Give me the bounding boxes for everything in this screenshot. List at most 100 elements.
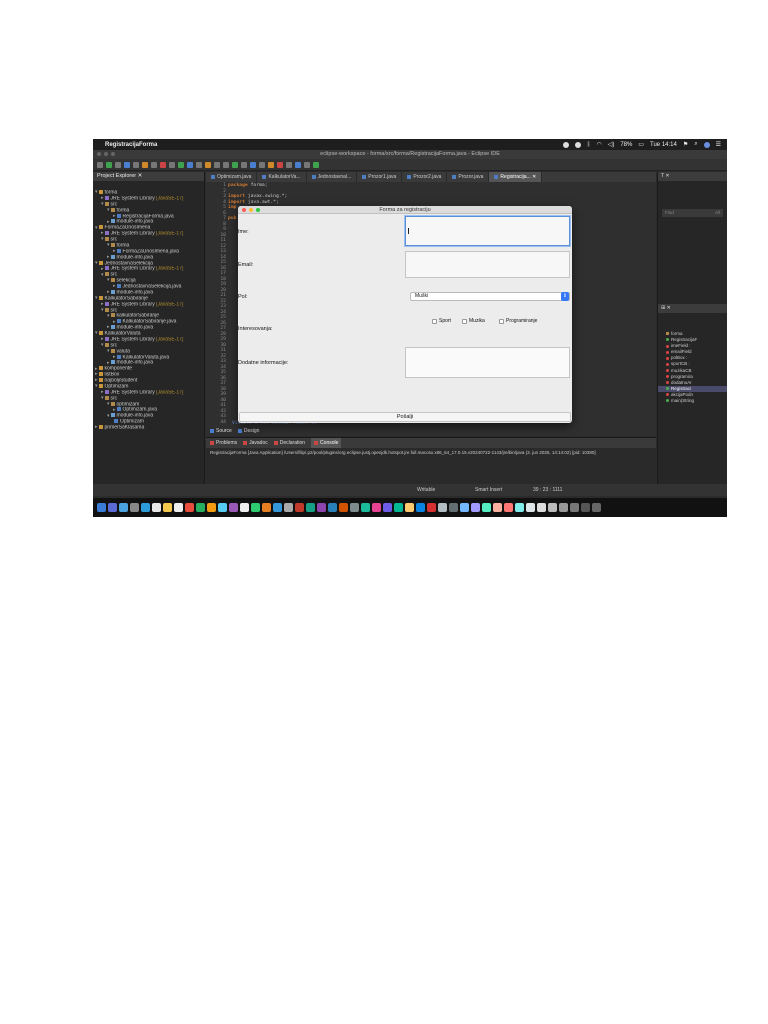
collapse-arrow-icon[interactable]: ▾ [107, 208, 110, 213]
dock-app-icon[interactable] [339, 503, 348, 512]
dock-app-icon[interactable] [196, 503, 205, 512]
dock-app-icon[interactable] [141, 503, 150, 512]
close-tab-icon[interactable]: ✕ [531, 174, 536, 180]
dock-app-icon[interactable] [119, 503, 128, 512]
expand-arrow-icon[interactable]: ▸ [95, 366, 98, 371]
toolbar-button[interactable] [268, 161, 274, 168]
checkbox-box[interactable] [499, 318, 504, 324]
email-field[interactable] [405, 251, 570, 278]
expand-arrow-icon[interactable]: ▸ [107, 360, 110, 365]
collapse-arrow-icon[interactable]: ▾ [107, 313, 110, 318]
checkbox-box[interactable] [462, 318, 467, 324]
expand-arrow-icon[interactable]: ▸ [113, 214, 116, 219]
dock-app-icon[interactable] [152, 503, 161, 512]
toolbar-button[interactable] [313, 161, 319, 168]
close-window-button[interactable] [242, 208, 246, 212]
muzika-checkbox[interactable]: Muzika [462, 318, 485, 324]
editor-mode-tab[interactable]: Source [210, 427, 232, 436]
dock-app-icon[interactable] [97, 503, 106, 512]
expand-arrow-icon[interactable]: ▸ [107, 290, 110, 295]
volume-icon[interactable]: ◁) [608, 141, 615, 148]
console-panel-tab[interactable]: Console [311, 438, 342, 448]
expand-arrow-icon[interactable]: ▸ [113, 407, 116, 412]
expand-arrow-icon[interactable]: ▸ [113, 249, 116, 254]
collapse-arrow-icon[interactable]: ▾ [107, 349, 110, 354]
editor-mode-tab[interactable]: Design [237, 427, 259, 436]
dock-app-icon[interactable] [515, 503, 524, 512]
active-app-name[interactable]: RegistracijaForma [105, 142, 157, 148]
console-panel-tab[interactable]: Javadoc [243, 438, 268, 448]
collapse-arrow-icon[interactable]: ▾ [101, 202, 104, 207]
collapse-arrow-icon[interactable]: ▾ [107, 413, 110, 418]
task-list-tab[interactable]: T ✕ [658, 172, 727, 181]
dock-app-icon[interactable] [493, 503, 502, 512]
submit-button[interactable]: Pošalji [239, 412, 571, 422]
dock-app-icon[interactable] [570, 503, 579, 512]
expand-arrow-icon[interactable]: ▸ [95, 372, 98, 377]
dock-app-icon[interactable] [537, 503, 546, 512]
wifi-icon[interactable]: ◠ [596, 141, 601, 148]
collapse-arrow-icon[interactable]: ▾ [101, 272, 104, 277]
dock-app-icon[interactable] [328, 503, 337, 512]
toolbar-button[interactable] [196, 161, 202, 168]
dodatne-textarea[interactable] [405, 347, 570, 378]
flag-icon[interactable]: ⚑ [683, 141, 688, 148]
expand-arrow-icon[interactable]: ▸ [107, 219, 110, 224]
dock-app-icon[interactable] [416, 503, 425, 512]
collapse-arrow-icon[interactable]: ▾ [95, 225, 98, 230]
toolbar-button[interactable] [142, 161, 148, 168]
expand-arrow-icon[interactable]: ▸ [113, 355, 116, 360]
siri-icon[interactable] [703, 141, 710, 148]
dock-app-icon[interactable] [218, 503, 227, 512]
toolbar-button[interactable] [232, 161, 238, 168]
close-window-button[interactable] [97, 152, 101, 156]
dock-app-icon[interactable] [174, 503, 183, 512]
expand-arrow-icon[interactable]: ▸ [101, 231, 104, 236]
toolbar-button[interactable] [259, 161, 265, 168]
outline-tab[interactable]: ⊞ ✕ [658, 304, 727, 313]
toolbar-button[interactable] [160, 161, 166, 168]
dock-app-icon[interactable] [350, 503, 359, 512]
expand-arrow-icon[interactable]: ▸ [101, 337, 104, 342]
toolbar-button[interactable] [151, 161, 157, 168]
toolbar-button[interactable] [223, 161, 229, 168]
dock-app-icon[interactable] [273, 503, 282, 512]
tree-item[interactable]: ▸ primerSaKlasama [93, 425, 204, 431]
collapse-arrow-icon[interactable]: ▾ [101, 343, 104, 348]
expand-arrow-icon[interactable]: ▸ [95, 378, 98, 383]
collapse-arrow-icon[interactable]: ▾ [95, 296, 98, 301]
status-icon[interactable] [562, 141, 569, 148]
dock-app-icon[interactable] [240, 503, 249, 512]
dock-app-icon[interactable] [394, 503, 403, 512]
outline-item[interactable]: main(String [658, 398, 727, 404]
toolbar-button[interactable] [178, 161, 184, 168]
collapse-arrow-icon[interactable]: ▾ [107, 278, 110, 283]
zoom-window-button[interactable] [256, 208, 260, 212]
find-all-link[interactable]: All [715, 209, 720, 217]
expand-arrow-icon[interactable]: ▸ [101, 390, 104, 395]
console-panel-tab[interactable]: Problems [210, 438, 237, 448]
toolbar-button[interactable] [97, 161, 103, 168]
dock-app-icon[interactable] [262, 503, 271, 512]
dock-app-icon[interactable] [471, 503, 480, 512]
dock-app-icon[interactable] [163, 503, 172, 512]
toolbar-button[interactable] [214, 161, 220, 168]
pol-select[interactable]: Muški ⇕ [410, 292, 570, 301]
project-explorer-tab[interactable]: Project Explorer ✕ [93, 172, 204, 181]
dock-app-icon[interactable] [185, 503, 194, 512]
toolbar-button[interactable] [169, 161, 175, 168]
dock-app-icon[interactable] [284, 503, 293, 512]
toolbar-button[interactable] [106, 161, 112, 168]
dock-app-icon[interactable] [592, 503, 601, 512]
dock-app-icon[interactable] [449, 503, 458, 512]
dock-app-icon[interactable] [317, 503, 326, 512]
status-icon[interactable] [574, 141, 581, 148]
spotlight-icon[interactable]: ⌕ [694, 141, 697, 148]
expand-arrow-icon[interactable]: ▸ [113, 284, 116, 289]
collapse-arrow-icon[interactable]: ▾ [95, 190, 98, 195]
ime-field[interactable] [405, 216, 570, 246]
dock-app-icon[interactable] [207, 503, 216, 512]
dock-app-icon[interactable] [460, 503, 469, 512]
collapse-arrow-icon[interactable]: ▾ [107, 243, 110, 248]
dock-app-icon[interactable] [548, 503, 557, 512]
